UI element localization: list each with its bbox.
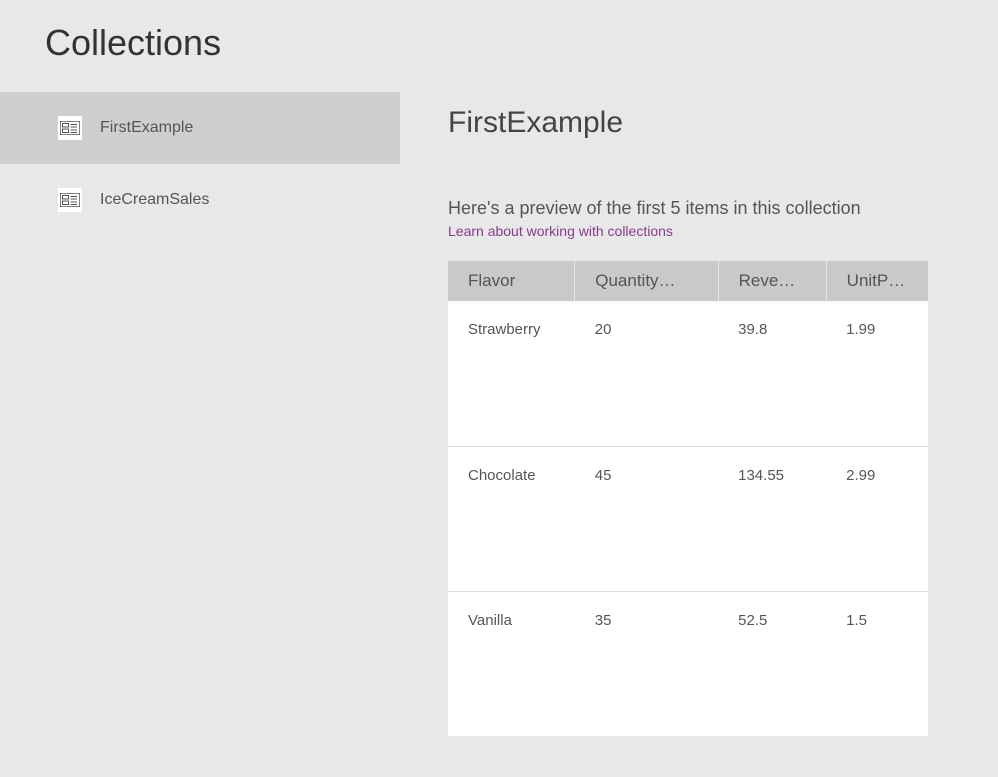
content-title: FirstExample — [448, 106, 958, 140]
table-header-row: Flavor Quantity… Reve… UnitP… — [448, 261, 928, 301]
cell-revenue: 39.8 — [718, 301, 826, 446]
sidebar-item-label: FirstExample — [100, 119, 193, 137]
sidebar-item-firstexample[interactable]: FirstExample — [0, 92, 400, 164]
preview-description: Here's a preview of the first 5 items in… — [448, 198, 958, 219]
sidebar: FirstExample IceCreamSales — [0, 92, 400, 736]
cell-quantity: 35 — [575, 591, 718, 736]
table-row[interactable]: Vanilla 35 52.5 1.5 — [448, 591, 928, 736]
cell-revenue: 52.5 — [718, 591, 826, 736]
cell-unitprice: 1.5 — [826, 591, 928, 736]
cell-flavor: Vanilla — [448, 591, 575, 736]
column-header-revenue[interactable]: Reve… — [718, 261, 826, 301]
cell-flavor: Strawberry — [448, 301, 575, 446]
cell-unitprice: 2.99 — [826, 446, 928, 591]
cell-quantity: 45 — [575, 446, 718, 591]
collection-preview-table: Flavor Quantity… Reve… UnitP… Strawberry… — [448, 261, 928, 736]
collection-icon — [58, 116, 82, 140]
sidebar-item-icecreamsales[interactable]: IceCreamSales — [0, 164, 400, 236]
column-header-flavor[interactable]: Flavor — [448, 261, 575, 301]
page-title: Collections — [0, 0, 998, 92]
cell-quantity: 20 — [575, 301, 718, 446]
table-row[interactable]: Strawberry 20 39.8 1.99 — [448, 301, 928, 446]
sidebar-item-label: IceCreamSales — [100, 191, 209, 209]
column-header-quantity[interactable]: Quantity… — [575, 261, 718, 301]
table-row[interactable]: Chocolate 45 134.55 2.99 — [448, 446, 928, 591]
learn-collections-link[interactable]: Learn about working with collections — [448, 223, 673, 239]
cell-flavor: Chocolate — [448, 446, 575, 591]
collection-icon — [58, 188, 82, 212]
cell-unitprice: 1.99 — [826, 301, 928, 446]
cell-revenue: 134.55 — [718, 446, 826, 591]
column-header-unitprice[interactable]: UnitP… — [826, 261, 928, 301]
main-layout: FirstExample IceCreamSales FirstExample … — [0, 92, 998, 736]
content-panel: FirstExample Here's a preview of the fir… — [400, 92, 998, 736]
